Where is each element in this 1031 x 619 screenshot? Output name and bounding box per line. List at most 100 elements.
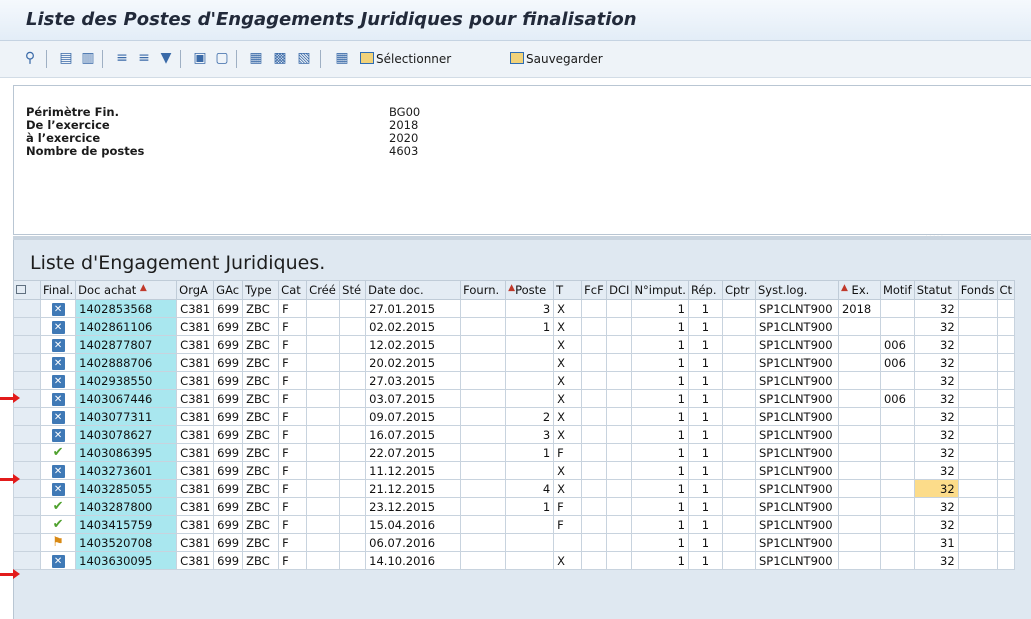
cptr-cell[interactable] [721, 425, 756, 444]
ex-cell[interactable] [837, 335, 881, 354]
col-header[interactable]: T [553, 280, 583, 300]
cree-cell[interactable] [306, 335, 341, 354]
motif-cell[interactable] [879, 533, 915, 552]
type-cell[interactable]: ZBC [242, 353, 280, 372]
dci-cell[interactable] [606, 299, 633, 318]
cree-cell[interactable] [306, 515, 341, 534]
final-status-cell[interactable]: ✕ [39, 335, 77, 354]
syst-log-cell[interactable]: SP1CLNT900 [754, 515, 839, 534]
ct-cell[interactable] [996, 461, 1016, 480]
col-header-poste[interactable]: ▲Poste [505, 280, 555, 300]
rep-cell[interactable]: 1 [687, 407, 723, 426]
doc-achat-cell[interactable]: 1403273601 [75, 461, 178, 480]
ct-cell[interactable] [996, 443, 1016, 462]
ct-cell[interactable] [996, 299, 1016, 318]
ste-cell[interactable] [339, 389, 367, 408]
cree-cell[interactable] [306, 371, 341, 390]
table-row[interactable]: ✕ 1403078627 C381 699 ZBC F 16.07.2015 3 X 1 1 SP1C… [13, 425, 1016, 444]
motif-cell[interactable] [879, 497, 915, 516]
poste-cell[interactable] [505, 461, 555, 480]
orga-cell[interactable]: C381 [176, 389, 215, 408]
syst-log-cell[interactable]: SP1CLNT900 [754, 551, 839, 570]
gac-cell[interactable]: 699 [213, 407, 244, 426]
t-cell[interactable]: F [553, 443, 583, 462]
fourn-cell[interactable] [460, 317, 507, 336]
imput-cell[interactable]: 1 [631, 425, 689, 444]
col-header[interactable]: Cptr [721, 280, 756, 300]
statut-cell[interactable]: 32 [913, 515, 959, 534]
gac-cell[interactable]: 699 [213, 443, 244, 462]
cat-cell[interactable]: F [278, 299, 308, 318]
row-selector[interactable] [13, 515, 41, 534]
poste-cell[interactable] [505, 353, 555, 372]
fonds-cell[interactable] [957, 479, 998, 498]
gac-cell[interactable]: 699 [213, 353, 244, 372]
fourn-cell[interactable] [460, 407, 507, 426]
date-cell[interactable]: 27.01.2015 [365, 299, 462, 318]
type-cell[interactable]: ZBC [242, 425, 280, 444]
statut-cell[interactable]: 32 [913, 389, 959, 408]
syst-log-cell[interactable]: SP1CLNT900 [754, 479, 839, 498]
cat-cell[interactable]: F [278, 317, 308, 336]
cree-cell[interactable] [306, 353, 341, 372]
col-header[interactable]: Ct [996, 280, 1016, 300]
ct-cell[interactable] [996, 407, 1016, 426]
fcf-cell[interactable] [581, 479, 608, 498]
cat-cell[interactable]: F [278, 479, 308, 498]
rep-cell[interactable]: 1 [687, 317, 723, 336]
syst-log-cell[interactable]: SP1CLNT900 [754, 389, 839, 408]
table-row[interactable]: ✕ 1403273601 C381 699 ZBC F 11.12.2015 X 1 1 SP1CL… [13, 461, 1016, 480]
cat-cell[interactable]: F [278, 353, 308, 372]
fcf-cell[interactable] [581, 299, 608, 318]
statut-cell[interactable]: 32 [913, 443, 959, 462]
type-cell[interactable]: ZBC [242, 389, 280, 408]
imput-cell[interactable]: 1 [631, 461, 689, 480]
date-cell[interactable]: 21.12.2015 [365, 479, 462, 498]
cptr-cell[interactable] [721, 353, 756, 372]
cree-cell[interactable] [306, 479, 341, 498]
row-selector[interactable] [13, 407, 41, 426]
fourn-cell[interactable] [460, 551, 507, 570]
syst-log-cell[interactable]: SP1CLNT900 [754, 353, 839, 372]
syst-log-cell[interactable]: SP1CLNT900 [754, 299, 839, 318]
date-cell[interactable]: 03.07.2015 [365, 389, 462, 408]
col-header[interactable]: Fourn. [460, 280, 507, 300]
t-cell[interactable]: X [553, 299, 583, 318]
row-selector[interactable] [13, 533, 41, 552]
doc-achat-cell[interactable]: 1402877807 [75, 335, 178, 354]
type-cell[interactable]: ZBC [242, 371, 280, 390]
imput-cell[interactable]: 1 [631, 389, 689, 408]
rep-cell[interactable]: 1 [687, 551, 723, 570]
fourn-cell[interactable] [460, 353, 507, 372]
fonds-cell[interactable] [957, 407, 998, 426]
date-cell[interactable]: 11.12.2015 [365, 461, 462, 480]
motif-cell[interactable] [879, 479, 915, 498]
table-row[interactable]: ✕ 1402938550 C381 699 ZBC F 27.03.2015 X 1 1 SP1CL… [13, 371, 1016, 390]
doc-achat-cell[interactable]: 1403287800 [75, 497, 178, 516]
ste-cell[interactable] [339, 299, 367, 318]
table-row[interactable]: ✕ 1402877807 C381 699 ZBC F 12.02.2015 X 1 1 SP1CL… [13, 335, 1016, 354]
cat-cell[interactable]: F [278, 371, 308, 390]
doc-achat-cell[interactable]: 1403067446 [75, 389, 178, 408]
date-cell[interactable]: 20.02.2015 [365, 353, 462, 372]
gac-cell[interactable]: 699 [213, 551, 244, 570]
rep-cell[interactable]: 1 [687, 533, 723, 552]
details-icon[interactable]: ▤ [58, 50, 74, 66]
ste-cell[interactable] [339, 497, 367, 516]
ex-cell[interactable] [837, 443, 881, 462]
select-layout-button[interactable]: Sélectionner [360, 49, 451, 69]
col-header[interactable]: Statut [913, 280, 959, 300]
ct-cell[interactable] [996, 551, 1016, 570]
orga-cell[interactable]: C381 [176, 371, 215, 390]
orga-cell[interactable]: C381 [176, 497, 215, 516]
doc-achat-cell[interactable]: 1403630095 [75, 551, 178, 570]
fcf-cell[interactable] [581, 515, 608, 534]
poste-cell[interactable] [505, 371, 555, 390]
row-selector[interactable] [13, 551, 41, 570]
t-cell[interactable]: X [553, 353, 583, 372]
dci-cell[interactable] [606, 389, 633, 408]
doc-achat-cell[interactable]: 1402888706 [75, 353, 178, 372]
dci-cell[interactable] [606, 551, 633, 570]
doc-achat-cell[interactable]: 1403086395 [75, 443, 178, 462]
type-cell[interactable]: ZBC [242, 335, 280, 354]
